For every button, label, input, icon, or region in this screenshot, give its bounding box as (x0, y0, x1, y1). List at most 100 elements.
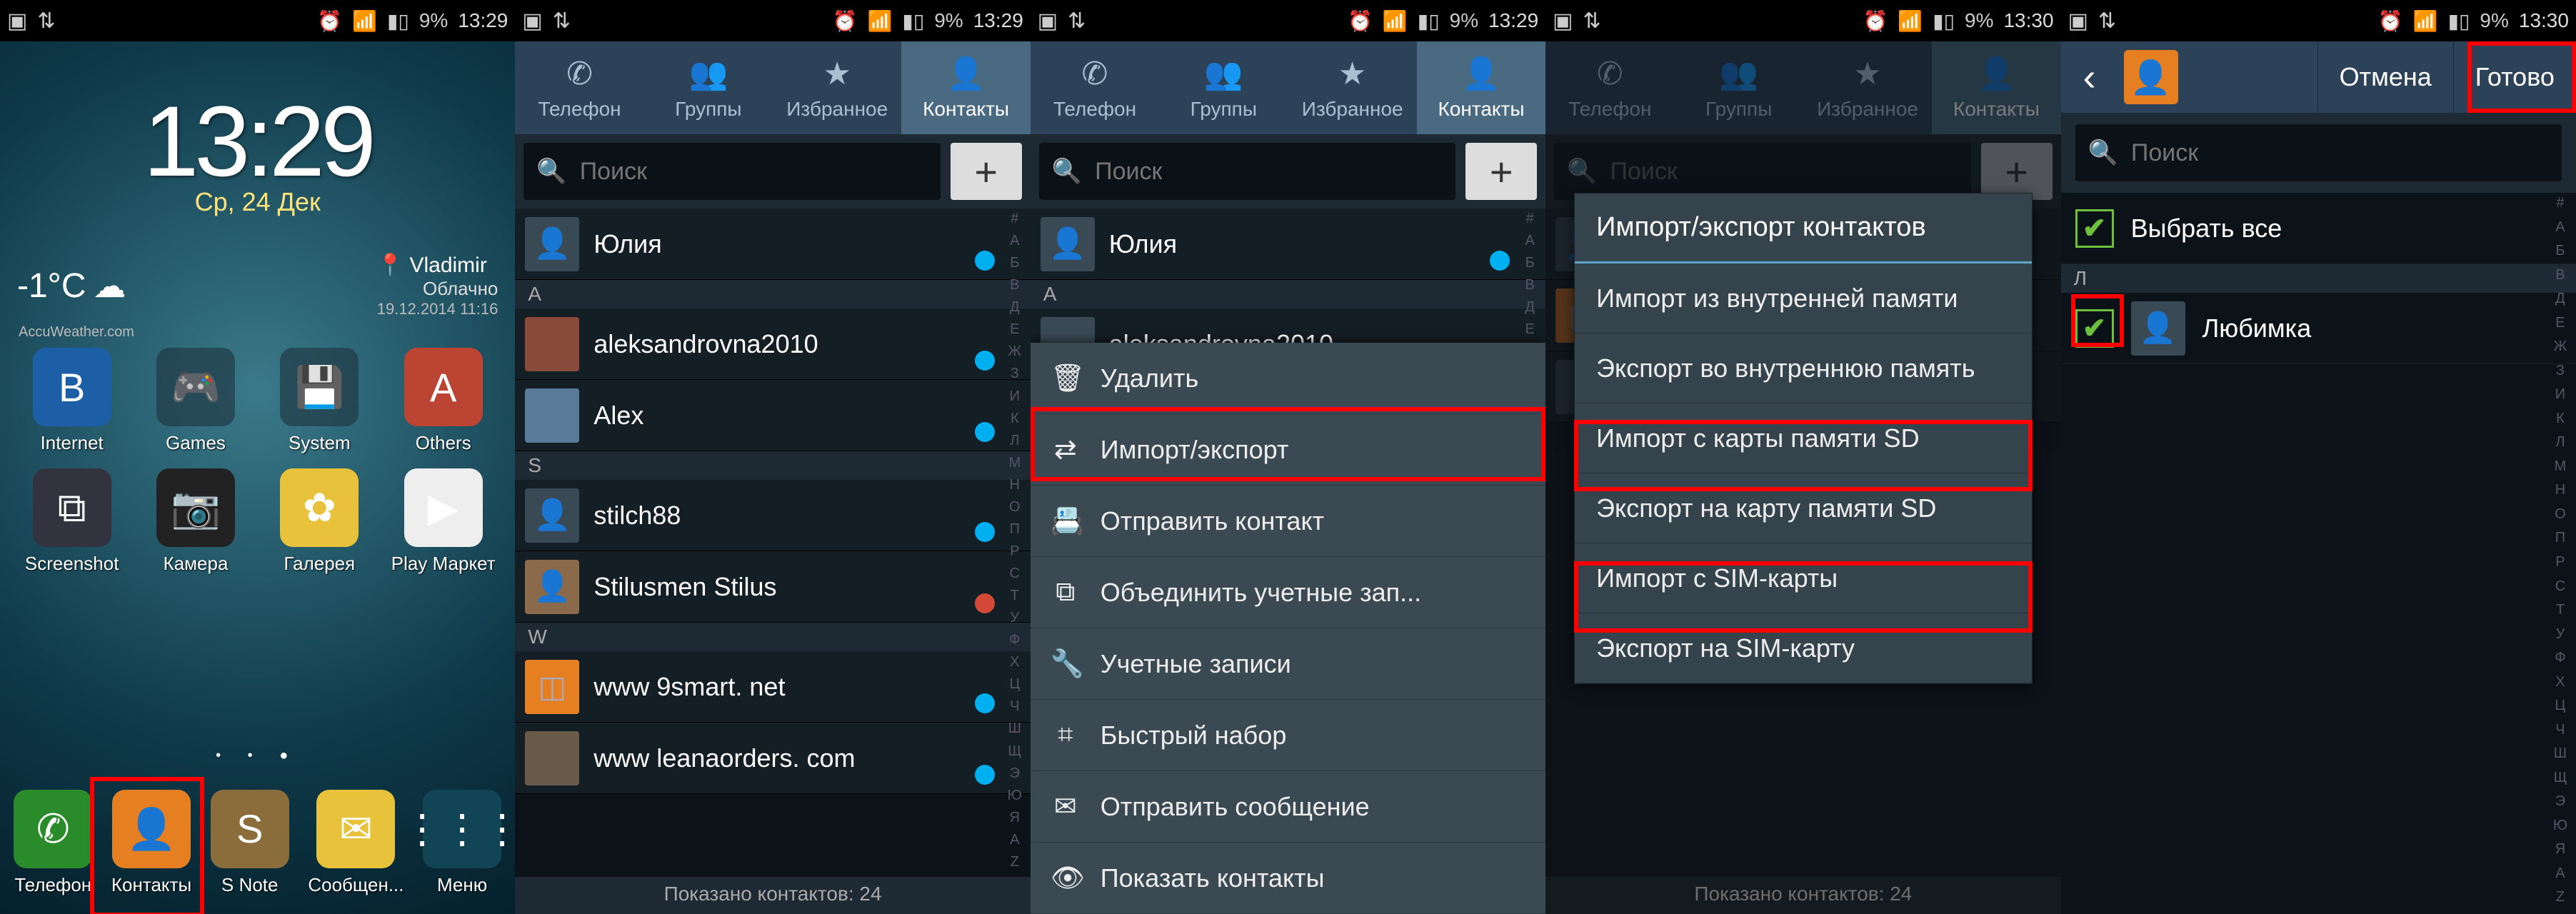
dialog-option[interactable]: Импорт из внутренней памяти (1575, 263, 2031, 333)
cancel-button[interactable]: Отмена (2317, 41, 2453, 113)
contact-row[interactable]: www leanaorders. com (515, 723, 1030, 794)
contact-row[interactable]: 👤stilch88 (515, 480, 1030, 551)
menu-item[interactable]: 📇 Отправить контакт (1031, 486, 1545, 557)
menu-item-label: Показать контакты (1101, 863, 1325, 893)
dialog-option[interactable]: Импорт с карты памяти SD (1575, 403, 2031, 473)
letter-index[interactable]: #АБВДЕЖЗИКЛМНОПРСТУФХЦЧШЩЭЮЯAZ (1002, 209, 1028, 877)
tab-phone[interactable]: ✆Телефон (1031, 41, 1159, 134)
menu-item-label: Объединить учетные зап... (1101, 578, 1421, 608)
search-input[interactable] (2131, 139, 2549, 167)
contact-icon: 👤 (2124, 50, 2178, 104)
menu-item[interactable]: ⌗Быстрый набор (1031, 700, 1545, 771)
weather-temp: -1°C (17, 266, 86, 306)
contact-row[interactable]: Alex (515, 380, 1030, 451)
menu-item-icon: ✉ (1051, 790, 1081, 823)
search-input[interactable] (580, 158, 928, 186)
app-system[interactable]: 💾System (258, 348, 381, 454)
status-bar: ▣⇅ ⏰📶▮▯9%13:29 (515, 0, 1030, 41)
home-screen: 13:29 Ср, 24 Дек -1°C ☁ 📍 Vladimir Облач… (0, 41, 515, 914)
skype-badge (975, 522, 995, 542)
app-label: Галерея (284, 553, 356, 575)
add-contact-button[interactable]: + (1465, 143, 1537, 200)
search-row: 🔍 + (515, 134, 1030, 209)
avatar: 👤 (2131, 301, 2185, 356)
tab-groups[interactable]: 👥Группы (1159, 41, 1288, 134)
letter-index[interactable]: #АБВДЕЖЗИКЛМНОПРСТУФХЦЧШЩЭЮЯAZ (2547, 193, 2573, 914)
dialog-option[interactable]: Экспорт на карту памяти SD (1575, 473, 2031, 543)
app-телефон[interactable]: ✆ Телефон (14, 790, 92, 896)
contact-row[interactable]: ◫www 9smart. net (515, 651, 1030, 723)
tab-groups[interactable]: 👥Группы (644, 41, 773, 134)
app-меню[interactable]: ⋮⋮⋮Меню (423, 790, 501, 896)
app-icon-glyph: ✆ (14, 790, 92, 868)
menu-item-label: Учетные записи (1101, 649, 1291, 679)
contact-row[interactable]: 👤Юлия (515, 209, 1030, 280)
app-icon-glyph: ✿ (280, 468, 359, 547)
checkbox[interactable] (2075, 209, 2114, 248)
tab-phone[interactable]: ✆Телефон (515, 41, 643, 134)
weather-widget[interactable]: -1°C ☁ 📍 Vladimir Облачно 19.12.2014 11:… (0, 238, 515, 333)
weather-updated: 19.12.2014 11:16 (377, 300, 498, 318)
menu-item-label: Отправить контакт (1101, 506, 1324, 536)
select-all-row[interactable]: Выбрать все (2061, 193, 2576, 264)
section-header: S (515, 451, 1030, 480)
contacts-footer: Показано контактов: 24 (515, 877, 1030, 914)
contact-row[interactable]: 👤Stilusmen Stilus (515, 551, 1030, 623)
app-label: Телефон (14, 874, 91, 896)
search-box[interactable]: 🔍 (2075, 124, 2562, 181)
search-icon: 🔍 (1052, 157, 1082, 186)
panel-select-contacts: ▣⇅ ⏰📶▮▯9%13:30 ‹ 👤 Отмена Готово 🔍 Выбра… (2061, 0, 2576, 914)
menu-item[interactable]: ✉Отправить сообщение (1031, 771, 1545, 843)
search-box[interactable]: 🔍 (523, 143, 940, 200)
dialog-option[interactable]: Экспорт во внутреннюю память (1575, 333, 2031, 403)
clock-widget[interactable]: 13:29 Ср, 24 Дек (0, 41, 515, 217)
status-bar: ▣⇅ ⏰📶▮▯9%13:30 (2061, 0, 2576, 41)
add-contact-button[interactable]: + (951, 143, 1022, 200)
app-label: Меню (437, 874, 487, 896)
tab-contacts[interactable]: 👤Контакты (1417, 41, 1545, 134)
avatar (525, 317, 579, 371)
app-screenshot[interactable]: ⧉Screenshot (10, 468, 134, 575)
menu-item[interactable]: 👁Показать контакты (1031, 843, 1545, 914)
menu-item[interactable]: ⧉Объединить учетные зап... (1031, 557, 1545, 628)
app-others[interactable]: AOthers (381, 348, 505, 454)
app-play маркет[interactable]: ▶Play Маркет (381, 468, 505, 575)
panel-import-export-dialog: ▣⇅ ⏰📶▮▯9%13:30 ✆Телефон 👥Группы ★Избранн… (1545, 0, 2060, 914)
options-menu: 🗑Удалить⇄Импорт/экспорт 📇 Отправить контак… (1031, 343, 1545, 914)
checkbox[interactable] (2075, 309, 2114, 348)
wifi-icon: ⇅ (37, 9, 55, 34)
dialog-option[interactable]: Экспорт на SIM-карту (1575, 613, 2031, 683)
menu-item-label: Удалить (1101, 363, 1198, 393)
search-input[interactable] (1095, 158, 1443, 186)
status-bar: ▣⇅ ⏰📶▮▯9%13:30 (1545, 0, 2060, 41)
menu-item-label: Быстрый набор (1101, 720, 1287, 750)
search-box[interactable]: 🔍 (1039, 143, 1455, 200)
star-icon: ★ (823, 56, 851, 92)
menu-item[interactable]: 🔧Учетные записи (1031, 628, 1545, 700)
menu-item-icon: 📇 (1051, 506, 1081, 537)
selection-header: ‹ 👤 Отмена Готово (2061, 41, 2576, 113)
page-indicator[interactable]: • • ● (0, 748, 515, 764)
menu-item[interactable]: 🗑Удалить (1031, 343, 1545, 414)
app-internet[interactable]: BInternet (10, 348, 134, 454)
menu-item[interactable]: ⇄Импорт/экспорт (1031, 414, 1545, 486)
section-header: A (515, 280, 1030, 308)
app-галерея[interactable]: ✿ Галерея (258, 468, 381, 575)
tab-favorites[interactable]: ★Избранное (1288, 41, 1416, 134)
panel-contacts-menu: ▣⇅ ⏰📶▮▯9%13:29 ✆Телефон 👥Группы ★Избранн… (1031, 0, 1545, 914)
tab-favorites[interactable]: ★Избранное (773, 41, 901, 134)
contact-row[interactable]: aleksandrovna2010 (515, 308, 1030, 380)
search-icon: 🔍 (2088, 139, 2118, 167)
app-контакты[interactable]: 👤Контакты (111, 790, 191, 896)
app-сообщен...[interactable]: ✉Сообщен... (308, 790, 404, 896)
app-s note[interactable]: SS Note (211, 790, 289, 896)
back-button[interactable]: ‹ (2061, 41, 2118, 113)
tab-contacts[interactable]: 👤Контакты (901, 41, 1030, 134)
contact-select-row[interactable]: 👤 Любимка (2061, 293, 2576, 364)
contacts-list[interactable]: 👤Юлия A aleksandrovna2010 Alex S 👤stilch… (515, 209, 1030, 877)
app-камера[interactable]: 📷Камера (134, 468, 257, 575)
done-button[interactable]: Готово (2453, 41, 2576, 113)
app-icon-glyph: 📷 (156, 468, 235, 547)
dialog-option[interactable]: Импорт с SIM-карты (1575, 543, 2031, 613)
app-games[interactable]: 🎮Games (134, 348, 257, 454)
